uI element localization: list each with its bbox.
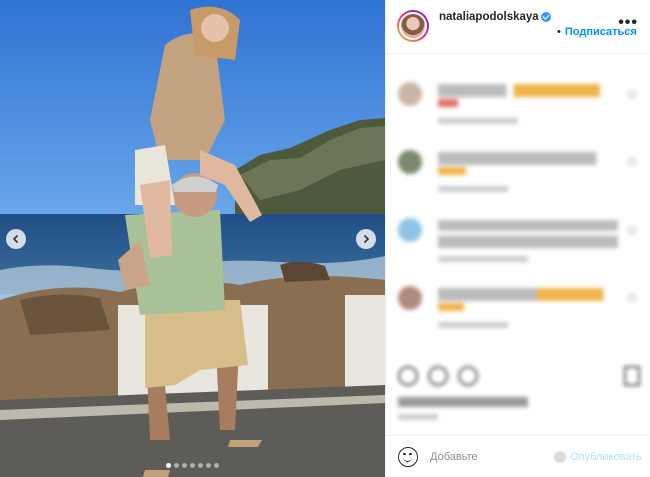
avatar (398, 218, 422, 242)
avatar (398, 82, 422, 106)
carousel-dot (214, 463, 219, 468)
avatar[interactable] (397, 10, 429, 42)
emoji-icon[interactable] (398, 446, 418, 467)
avatar-image (399, 12, 427, 40)
list-item (398, 82, 640, 132)
avatar (398, 286, 422, 310)
username[interactable]: nataliapodolskaya (439, 11, 539, 23)
list-item (398, 286, 640, 336)
comment-text (438, 84, 618, 97)
carousel-prev-button[interactable] (6, 229, 26, 249)
comment-meta (438, 322, 508, 328)
list-item (398, 218, 640, 268)
avatar (398, 150, 422, 174)
comment-emoji (438, 167, 466, 175)
comment-icon[interactable] (428, 366, 448, 386)
comment-emoji (438, 99, 458, 107)
post-sidebar: nataliapodolskaya • Подписаться ••• Доба… (385, 0, 650, 477)
post-photo (0, 0, 385, 477)
carousel-dot (198, 463, 203, 468)
comment-meta (438, 186, 508, 192)
bookmark-icon[interactable] (624, 366, 640, 386)
comment-meta (438, 256, 528, 262)
likes-count[interactable] (398, 397, 528, 407)
add-comment-bar: Опубликовать (386, 435, 650, 477)
heart-icon[interactable] (628, 294, 636, 302)
post-header: nataliapodolskaya • Подписаться ••• (386, 0, 650, 54)
more-horizontal-icon[interactable]: ••• (618, 14, 638, 32)
post-date (398, 414, 438, 420)
heart-icon[interactable] (398, 366, 418, 386)
carousel-dot (190, 463, 195, 468)
comment-text (438, 220, 618, 248)
comment-emoji (438, 303, 464, 311)
username-row: nataliapodolskaya (439, 10, 559, 25)
comment-meta (438, 118, 518, 124)
heart-icon[interactable] (628, 226, 636, 234)
user-block: nataliapodolskaya (439, 10, 559, 25)
post-comment-button[interactable]: Опубликовать (554, 450, 642, 463)
heart-icon[interactable] (628, 158, 636, 166)
carousel-dot (166, 463, 171, 468)
list-item (398, 150, 640, 200)
carousel-dot (206, 463, 211, 468)
heart-icon[interactable] (628, 90, 636, 98)
comment-input[interactable] (430, 450, 540, 463)
chevron-left-icon (12, 234, 19, 244)
action-row (398, 366, 478, 386)
share-icon[interactable] (458, 366, 478, 386)
carousel-dot (174, 463, 179, 468)
post-comment-label: Опубликовать (570, 450, 642, 463)
carousel-next-button[interactable] (356, 229, 376, 249)
comments-area (386, 54, 650, 435)
chevron-right-icon (363, 234, 370, 244)
post-media[interactable] (0, 0, 385, 477)
comment-text (438, 288, 618, 301)
verified-badge-icon (540, 11, 551, 22)
loading-icon (554, 450, 567, 463)
carousel-dot (182, 463, 187, 468)
comment-text (438, 152, 618, 165)
separator-dot: • (557, 26, 561, 38)
carousel-indicator (0, 463, 385, 468)
instagram-post: nataliapodolskaya • Подписаться ••• Доба… (0, 0, 650, 477)
